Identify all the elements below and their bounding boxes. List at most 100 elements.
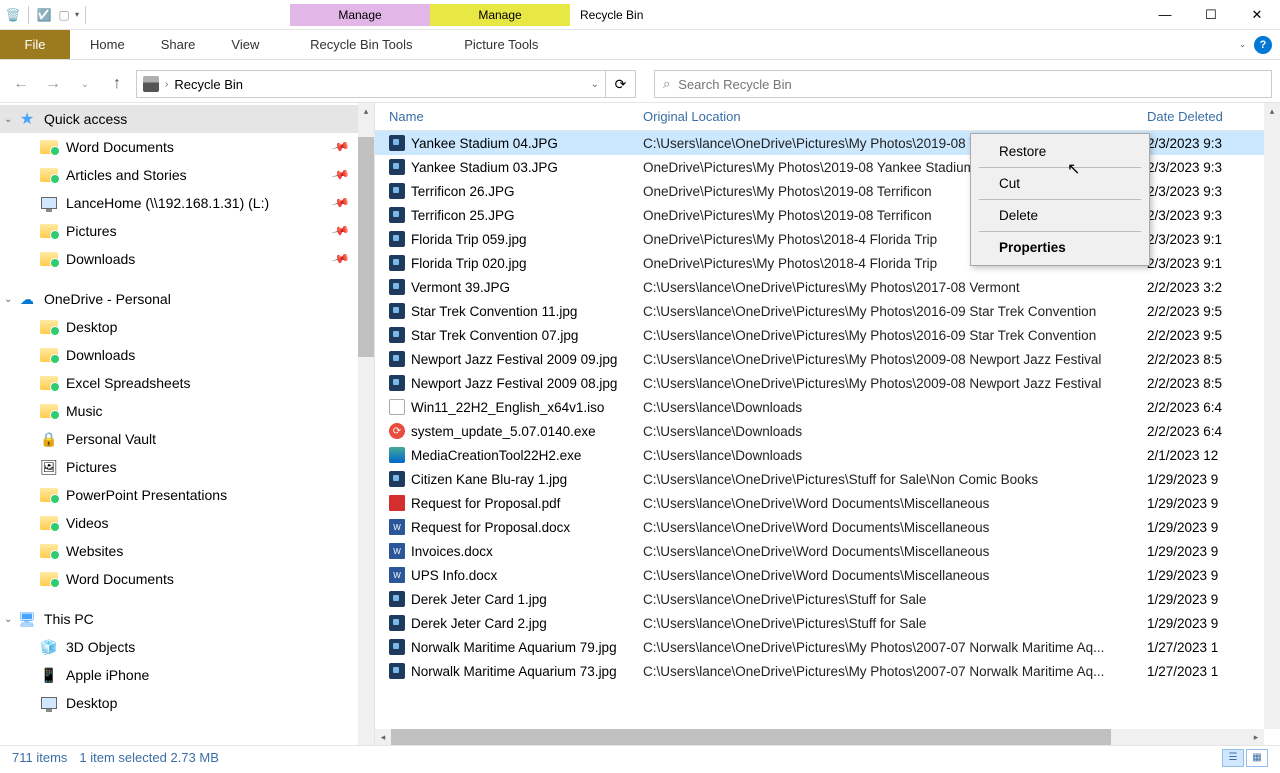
back-button[interactable]: ←	[8, 71, 34, 97]
sidebar-item[interactable]: 🖼Pictures	[0, 453, 374, 481]
chevron-down-icon[interactable]: ⌄	[4, 614, 12, 625]
sidebar-quick-access[interactable]: ⌄ ★ Quick access	[0, 105, 374, 133]
sidebar-item-label: Pictures	[66, 459, 117, 475]
tab-view[interactable]: View	[213, 30, 277, 59]
recent-chevron-icon[interactable]: ⌄	[72, 71, 98, 97]
tab-picture-tools[interactable]: Picture Tools	[431, 30, 571, 59]
sidebar-item[interactable]: Downloads📌	[0, 245, 374, 273]
scroll-up-icon[interactable]: ▴	[1264, 103, 1280, 119]
chevron-down-icon[interactable]: ⌄	[4, 294, 12, 305]
scroll-right-icon[interactable]: ▸	[1248, 729, 1264, 745]
sidebar-item[interactable]: Word Documents📌	[0, 133, 374, 161]
address-bar[interactable]: › Recycle Bin ⌄	[136, 70, 606, 98]
file-row[interactable]: ⟳system_update_5.07.0140.exeC:\Users\lan…	[375, 419, 1280, 443]
sidebar-item[interactable]: Excel Spreadsheets	[0, 369, 374, 397]
column-date-deleted[interactable]: Date Deleted	[1143, 109, 1280, 124]
sidebar-item[interactable]: 🧊3D Objects	[0, 633, 374, 661]
sidebar-onedrive[interactable]: ⌄ ☁ OneDrive - Personal	[0, 285, 374, 313]
up-button[interactable]: ↑	[104, 71, 130, 97]
sidebar-item[interactable]: Pictures📌	[0, 217, 374, 245]
file-row[interactable]: Request for Proposal.pdfC:\Users\lance\O…	[375, 491, 1280, 515]
file-row[interactable]: Derek Jeter Card 2.jpgC:\Users\lance\One…	[375, 611, 1280, 635]
menu-item-restore[interactable]: Restore	[971, 138, 1149, 165]
file-date-deleted: 2/2/2023 8:5	[1143, 376, 1280, 391]
file-row[interactable]: WRequest for Proposal.docxC:\Users\lance…	[375, 515, 1280, 539]
sidebar-item[interactable]: Articles and Stories📌	[0, 161, 374, 189]
file-row[interactable]: Norwalk Maritime Aquarium 73.jpgC:\Users…	[375, 659, 1280, 683]
column-original-location[interactable]: Original Location	[639, 109, 1143, 124]
file-row[interactable]: WUPS Info.docxC:\Users\lance\OneDrive\Wo…	[375, 563, 1280, 587]
file-row[interactable]: Newport Jazz Festival 2009 09.jpgC:\User…	[375, 347, 1280, 371]
tab-share[interactable]: Share	[143, 30, 214, 59]
file-row[interactable]: Citizen Kane Blu-ray 1.jpgC:\Users\lance…	[375, 467, 1280, 491]
close-button[interactable]: ✕	[1234, 0, 1280, 30]
file-row[interactable]: Star Trek Convention 11.jpgC:\Users\lanc…	[375, 299, 1280, 323]
file-row[interactable]: Vermont 39.JPGC:\Users\lance\OneDrive\Pi…	[375, 275, 1280, 299]
context-tab-manage-picture[interactable]: Manage	[430, 4, 570, 26]
file-name: Star Trek Convention 07.jpg	[411, 328, 578, 343]
sidebar-item[interactable]: Desktop	[0, 313, 374, 341]
help-icon[interactable]: ?	[1254, 36, 1272, 54]
menu-item-properties[interactable]: Properties	[971, 234, 1149, 261]
file-row[interactable]: MediaCreationTool22H2.exeC:\Users\lance\…	[375, 443, 1280, 467]
sidebar-item[interactable]: LanceHome (\\192.168.1.31) (L:)📌	[0, 189, 374, 217]
menu-item-cut[interactable]: Cut	[971, 170, 1149, 197]
maximize-button[interactable]: ☐	[1188, 0, 1234, 30]
tab-recycle-bin-tools[interactable]: Recycle Bin Tools	[291, 30, 431, 59]
scroll-up-icon[interactable]: ▴	[358, 103, 374, 119]
search-icon: ⌕	[663, 76, 670, 92]
search-box[interactable]: ⌕	[654, 70, 1272, 98]
scrollbar-thumb[interactable]	[358, 137, 374, 357]
properties-icon[interactable]: ☑️	[35, 6, 53, 24]
refresh-button[interactable]: ⟳	[606, 70, 636, 98]
sidebar-item[interactable]: Word Documents	[0, 565, 374, 593]
forward-button[interactable]: →	[40, 71, 66, 97]
file-original-location: C:\Users\lance\OneDrive\Pictures\My Phot…	[639, 280, 1143, 295]
context-tab-manage-recycle[interactable]: Manage	[290, 4, 430, 26]
column-name[interactable]: Name	[375, 109, 639, 124]
sidebar-item[interactable]: PowerPoint Presentations	[0, 481, 374, 509]
minimize-button[interactable]: —	[1142, 0, 1188, 30]
ribbon-collapse-chevron-icon[interactable]: ⌄	[1239, 40, 1246, 49]
file-row[interactable]: Norwalk Maritime Aquarium 79.jpgC:\Users…	[375, 635, 1280, 659]
sidebar-item[interactable]: Downloads	[0, 341, 374, 369]
thumbnails-view-button[interactable]: ▦	[1246, 749, 1268, 767]
sidebar-item[interactable]: Websites	[0, 537, 374, 565]
pc-icon: 🖥	[18, 611, 36, 627]
breadcrumb-location[interactable]: Recycle Bin	[174, 77, 243, 92]
tab-home[interactable]: Home	[72, 30, 143, 59]
details-view-button[interactable]: ☰	[1222, 749, 1244, 767]
columns-header[interactable]: Name Original Location Date Deleted	[375, 103, 1280, 131]
address-dropdown-icon[interactable]: ⌄	[591, 79, 599, 90]
sidebar-scrollbar[interactable]: ▴	[358, 103, 374, 745]
sidebar-item-label: Excel Spreadsheets	[66, 375, 191, 391]
horizontal-scrollbar[interactable]: ◂ ▸	[375, 729, 1264, 745]
file-original-location: C:\Users\lance\OneDrive\Word Documents\M…	[639, 568, 1143, 583]
file-row[interactable]: Win11_22H2_English_x64v1.isoC:\Users\lan…	[375, 395, 1280, 419]
drive-icon	[40, 195, 58, 211]
scroll-left-icon[interactable]: ◂	[375, 729, 391, 745]
new-folder-icon[interactable]: ▢	[55, 6, 73, 24]
navigation-pane[interactable]: ⌄ ★ Quick access Word Documents📌Articles…	[0, 103, 375, 745]
context-menu[interactable]: Restore Cut Delete Properties	[970, 133, 1150, 266]
breadcrumb-chevron-icon[interactable]: ›	[165, 79, 168, 90]
sidebar-item[interactable]: Music	[0, 397, 374, 425]
file-row[interactable]: Star Trek Convention 07.jpgC:\Users\lanc…	[375, 323, 1280, 347]
scrollbar-thumb[interactable]	[391, 729, 1111, 745]
search-input[interactable]	[678, 77, 1263, 92]
sidebar-item[interactable]: 🔒Personal Vault	[0, 425, 374, 453]
chevron-down-icon[interactable]: ⌄	[4, 114, 12, 125]
qat-chevron-icon[interactable]: ▾	[75, 10, 79, 19]
sidebar-item[interactable]: Videos	[0, 509, 374, 537]
sidebar-item[interactable]: Desktop	[0, 689, 374, 717]
sidebar-this-pc[interactable]: ⌄ 🖥 This PC	[0, 605, 374, 633]
file-row[interactable]: Derek Jeter Card 1.jpgC:\Users\lance\One…	[375, 587, 1280, 611]
file-tab[interactable]: File	[0, 30, 70, 59]
sidebar-item-label: Videos	[66, 515, 109, 531]
file-row[interactable]: Newport Jazz Festival 2009 08.jpgC:\User…	[375, 371, 1280, 395]
vertical-scrollbar[interactable]: ▴	[1264, 103, 1280, 729]
file-row[interactable]: WInvoices.docxC:\Users\lance\OneDrive\Wo…	[375, 539, 1280, 563]
menu-item-delete[interactable]: Delete	[971, 202, 1149, 229]
sidebar-item[interactable]: 📱Apple iPhone	[0, 661, 374, 689]
recycle-bin-icon[interactable]: 🗑️	[4, 6, 22, 24]
